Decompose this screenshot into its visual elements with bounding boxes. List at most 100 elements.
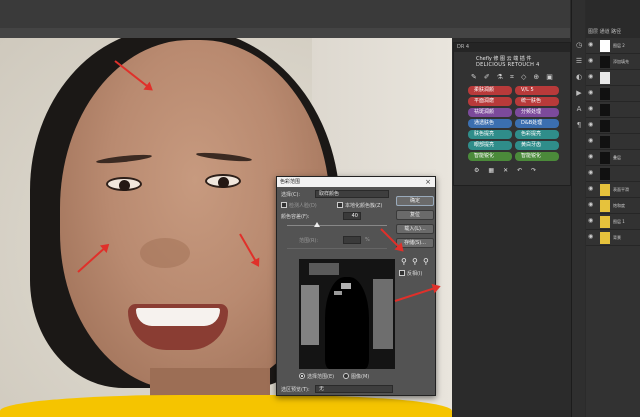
layers-panel-tabs[interactable]: 图层 通道 路径: [586, 0, 640, 38]
ok-button[interactable]: 确定: [396, 196, 434, 206]
crop-icon[interactable]: ⌗: [510, 73, 514, 82]
visibility-eye-icon[interactable]: ◉: [588, 170, 594, 176]
gear-icon[interactable]: ⚙: [474, 167, 479, 174]
layer-row[interactable]: ◉: [586, 70, 640, 86]
right-eye: [205, 174, 241, 188]
redo-icon[interactable]: ↷: [531, 167, 536, 174]
adjustments-icon[interactable]: ◐: [574, 72, 584, 82]
layer-row[interactable]: ◉: [586, 86, 640, 102]
mask-icon[interactable]: ▣: [546, 73, 553, 82]
visibility-eye-icon[interactable]: ◉: [588, 106, 594, 112]
invert-checkbox[interactable]: [399, 270, 405, 276]
undo-icon[interactable]: ↶: [517, 167, 522, 174]
visibility-eye-icon[interactable]: ◉: [588, 202, 594, 208]
tool-icon-row: ✎ ✐ ⚗ ⌗ ◇ ⊕ ▣: [471, 73, 570, 82]
pen-icon[interactable]: ✎: [471, 73, 477, 82]
layer-row[interactable]: ◉: [586, 118, 640, 134]
layer-row[interactable]: ◉ 图层 1: [586, 214, 640, 230]
localized-checkbox[interactable]: [337, 202, 343, 208]
properties-icon[interactable]: ☰: [574, 56, 584, 66]
close-x-icon[interactable]: ✕: [503, 167, 508, 174]
select-value: 取样颜色: [319, 191, 340, 197]
color-range-dialog: 色彩范围 × 选择(C): 取样颜色 检测人脸(D) 本地化颜色簇(Z) 颜色容…: [276, 176, 436, 396]
selection-preview[interactable]: [299, 259, 395, 369]
visibility-eye-icon[interactable]: ◉: [588, 154, 594, 160]
grid-icon[interactable]: ▦: [488, 167, 494, 174]
fuzziness-input[interactable]: 40: [343, 212, 361, 220]
layer-row[interactable]: ◉ 背景: [586, 230, 640, 246]
dr-action-button[interactable]: 色彩提亮: [515, 130, 559, 139]
selection-radio[interactable]: [299, 373, 305, 379]
close-icon[interactable]: ×: [425, 177, 431, 187]
dr-action-button[interactable]: 分频处理: [515, 108, 559, 117]
panel-icon-column: ◷ ☰ ◐ ▶ A ¶: [571, 0, 585, 417]
visibility-eye-icon[interactable]: ◉: [588, 186, 594, 192]
range-unit: %: [365, 237, 370, 243]
dr-action-button[interactable]: V/L 5: [515, 86, 559, 95]
fuzziness-slider-thumb[interactable]: [314, 222, 320, 227]
layer-thumbnail: [600, 232, 610, 244]
layer-row[interactable]: ◉: [586, 102, 640, 118]
layer-row[interactable]: ◉ 叠层: [586, 150, 640, 166]
visibility-eye-icon[interactable]: ◉: [588, 90, 594, 96]
eyedropper-icon[interactable]: ⚗: [497, 73, 503, 82]
left-eye: [106, 177, 142, 191]
dr-action-button[interactable]: 统一肤色: [515, 97, 559, 106]
history-icon[interactable]: ◷: [574, 40, 584, 50]
stamp-icon[interactable]: ⊕: [533, 73, 539, 82]
layer-name: 添加填充: [613, 59, 629, 64]
visibility-eye-icon[interactable]: ◉: [588, 58, 594, 64]
paragraph-icon[interactable]: ¶: [574, 120, 584, 130]
dr-action-button[interactable]: 黄白牙齿: [515, 141, 559, 150]
brush-icon[interactable]: ✐: [484, 73, 490, 82]
dr-action-button[interactable]: 祛斑润颜: [468, 108, 512, 117]
localized-label: 本地化颜色簇(Z): [345, 203, 383, 209]
layer-thumbnail: [600, 56, 610, 68]
load-button[interactable]: 载入(L)...: [396, 224, 434, 234]
visibility-eye-icon[interactable]: ◉: [588, 234, 594, 240]
dr-action-button[interactable]: 通透肤色: [468, 119, 512, 128]
dialog-title: 色彩范围: [280, 179, 301, 185]
dr-action-button[interactable]: 智能锐化: [515, 152, 559, 161]
preview-mode-dropdown[interactable]: 无: [315, 385, 393, 393]
layer-thumbnail: [600, 136, 610, 148]
layer-thumbnail: [600, 120, 610, 132]
layer-row[interactable]: ◉: [586, 134, 640, 150]
eyedropper-icon[interactable]: ⚲: [401, 257, 407, 266]
range-slider-track[interactable]: [287, 248, 387, 249]
layer-row[interactable]: ◉ 表面平滑: [586, 182, 640, 198]
dr-action-button[interactable]: D&B处理: [515, 119, 559, 128]
character-icon[interactable]: A: [574, 104, 584, 114]
detect-faces-checkbox[interactable]: [281, 202, 287, 208]
fuzziness-slider-track[interactable]: [287, 225, 387, 226]
brand-line-2: DELICIOUS RETOUCH 4: [476, 62, 540, 68]
layer-row[interactable]: ◉ 饱和度: [586, 198, 640, 214]
visibility-eye-icon[interactable]: ◉: [588, 42, 594, 48]
document-tab-strip[interactable]: [0, 28, 570, 38]
actions-icon[interactable]: ▶: [574, 88, 584, 98]
visibility-eye-icon[interactable]: ◉: [588, 138, 594, 144]
visibility-eye-icon[interactable]: ◉: [588, 122, 594, 128]
dr-action-button[interactable]: 肤色提亮: [468, 130, 512, 139]
range-label: 范围(R):: [299, 238, 319, 244]
preview-figure: [325, 277, 369, 369]
range-input[interactable]: [343, 236, 361, 244]
eyedropper-minus-icon[interactable]: ⚲: [423, 257, 429, 266]
layer-name: 表面平滑: [613, 187, 629, 192]
layer-row[interactable]: ◉ 图层 2: [586, 38, 640, 54]
reset-button[interactable]: 复位: [396, 210, 434, 220]
image-radio[interactable]: [343, 373, 349, 379]
eyedropper-plus-icon[interactable]: ⚲: [412, 257, 418, 266]
dr-action-button[interactable]: 柔肤润颜: [468, 86, 512, 95]
eraser-icon[interactable]: ◇: [521, 73, 526, 82]
dr-action-button[interactable]: 眼部提亮: [468, 141, 512, 150]
dr-action-button[interactable]: 智能锐化: [468, 152, 512, 161]
layer-row[interactable]: ◉: [586, 166, 640, 182]
visibility-eye-icon[interactable]: ◉: [588, 218, 594, 224]
dr-action-button[interactable]: 平面润磨: [468, 97, 512, 106]
visibility-eye-icon[interactable]: ◉: [588, 74, 594, 80]
select-dropdown[interactable]: 取样颜色: [315, 190, 389, 198]
dialog-title-bar[interactable]: 色彩范围 ×: [277, 177, 435, 187]
panel-header[interactable]: DR 4: [454, 43, 570, 52]
layer-row[interactable]: ◉ 添加填充: [586, 54, 640, 70]
